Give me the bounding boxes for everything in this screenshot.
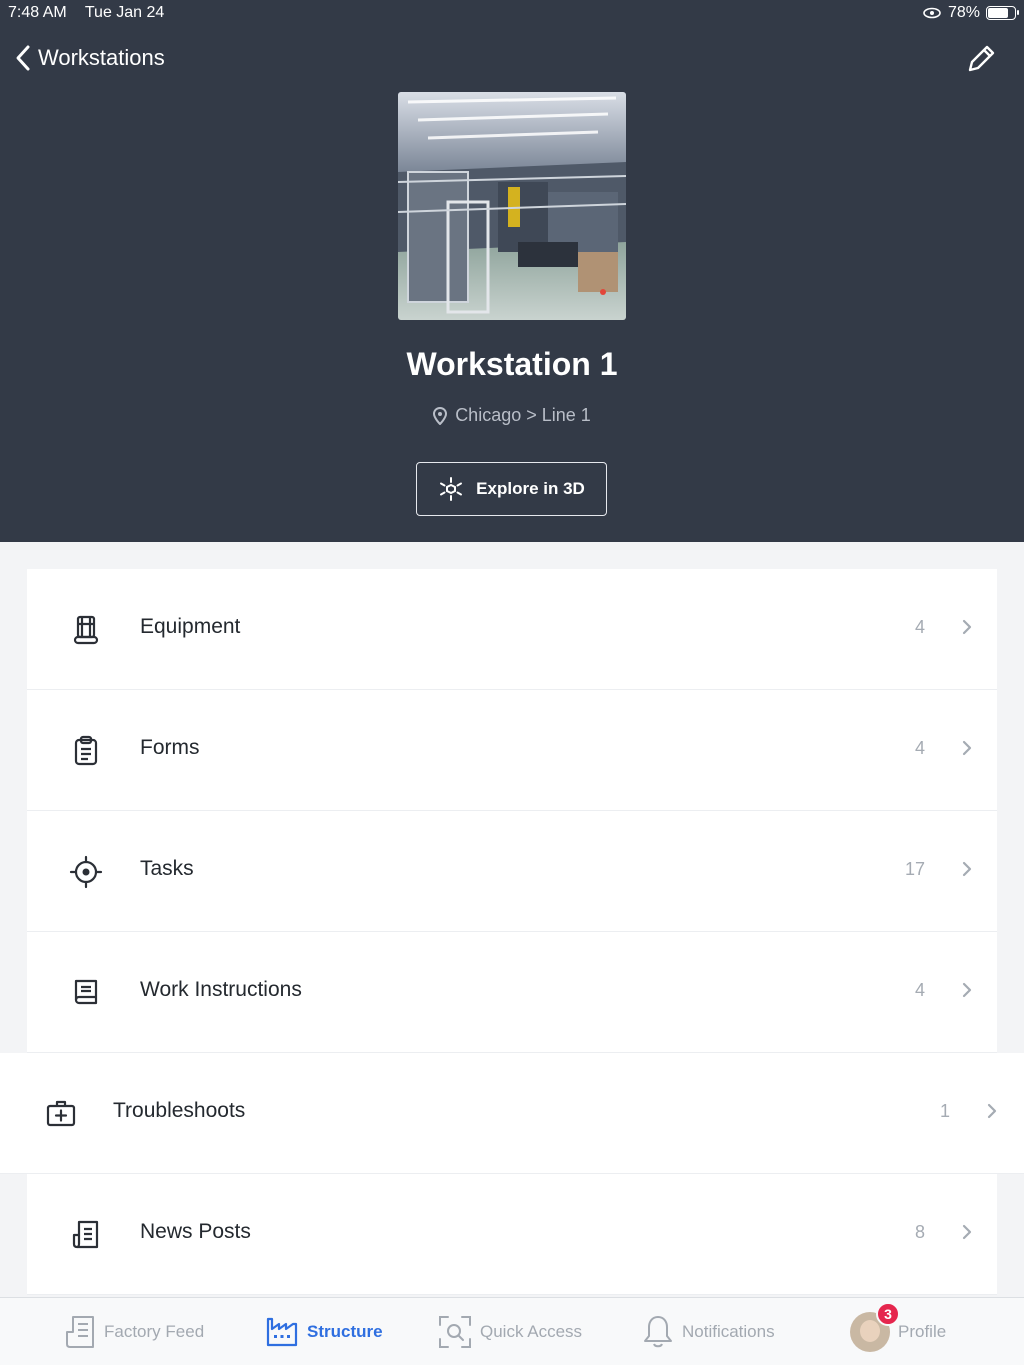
list-item-label: Work Instructions bbox=[140, 978, 302, 1001]
status-right: 78% bbox=[922, 4, 1019, 22]
orientation-lock-icon bbox=[923, 7, 941, 19]
status-bar: 7:48 AM Tue Jan 24 78% bbox=[0, 0, 1024, 28]
chevron-left-icon bbox=[16, 45, 30, 71]
chevron-right-icon bbox=[962, 982, 972, 998]
tab-label: Notifications bbox=[682, 1322, 775, 1341]
tab-factory-feed[interactable]: Factory Feed bbox=[64, 1312, 204, 1352]
location-text: Chicago > Line 1 bbox=[455, 405, 591, 425]
list-item-news-posts[interactable]: News Posts 8 bbox=[27, 1174, 997, 1295]
battery-icon bbox=[986, 6, 1019, 20]
explore-3d-button[interactable]: Explore in 3D bbox=[416, 462, 607, 516]
list-item-count: 8 bbox=[914, 1222, 925, 1242]
workstation-header: 7:48 AM Tue Jan 24 78% Workstations Work… bbox=[0, 0, 1024, 542]
chevron-right-icon bbox=[962, 861, 972, 877]
list-item-forms[interactable]: Forms 4 bbox=[27, 690, 997, 811]
list-item-count: 4 bbox=[914, 980, 925, 1000]
list-item-troubleshoots[interactable]: Troubleshoots 1 bbox=[0, 1053, 1024, 1174]
chevron-right-icon bbox=[987, 1103, 997, 1119]
tab-profile[interactable]: 3 Profile bbox=[850, 1302, 947, 1352]
avatar-face bbox=[860, 1320, 880, 1342]
avatar: 3 bbox=[850, 1302, 900, 1352]
tab-label: Factory Feed bbox=[104, 1322, 205, 1341]
battery-fill bbox=[988, 8, 1008, 18]
chevron-right-icon bbox=[962, 1224, 972, 1240]
tab-quick-access[interactable]: Quick Access bbox=[438, 1312, 582, 1352]
newspaper-icon bbox=[72, 1220, 99, 1249]
status-date: Tue Jan 24 bbox=[84, 4, 165, 21]
back-label: Workstations bbox=[38, 45, 165, 70]
tab-notifications[interactable]: Notifications bbox=[642, 1312, 775, 1352]
equipment-icon bbox=[73, 615, 99, 645]
clipboard-icon bbox=[74, 735, 98, 766]
edit-button[interactable] bbox=[964, 42, 998, 76]
page-title: Workstation 1 bbox=[406, 346, 618, 382]
list-item-tasks[interactable]: Tasks 17 bbox=[27, 811, 997, 932]
feed-icon bbox=[66, 1316, 94, 1348]
status-left: 7:48 AM Tue Jan 24 bbox=[8, 4, 178, 22]
tab-label: Structure bbox=[307, 1322, 383, 1341]
list-item-label: Troubleshoots bbox=[113, 1099, 246, 1122]
chevron-right-icon bbox=[962, 740, 972, 756]
list-item-work-instructions[interactable]: Work Instructions 4 bbox=[27, 932, 997, 1053]
list-item-equipment[interactable]: Equipment 4 bbox=[27, 569, 997, 690]
3d-cube-icon bbox=[440, 477, 463, 501]
list-item-count: 1 bbox=[939, 1101, 950, 1121]
target-icon bbox=[69, 855, 103, 889]
bell-icon bbox=[644, 1316, 672, 1348]
workstation-sections-list: Equipment 4 Forms 4 Tasks 17 Work Instru… bbox=[0, 569, 1024, 1295]
list-item-count: 17 bbox=[904, 859, 925, 879]
battery-percent: 78% bbox=[947, 4, 980, 21]
first-aid-icon bbox=[46, 1100, 76, 1127]
factory-icon bbox=[266, 1317, 298, 1347]
list-item-count: 4 bbox=[914, 738, 925, 758]
tab-label: Quick Access bbox=[480, 1322, 583, 1341]
book-icon bbox=[74, 979, 98, 1005]
chevron-right-icon bbox=[962, 619, 972, 635]
status-time: 7:48 AM bbox=[8, 4, 67, 21]
bottom-tab-bar: Factory Feed Structure Quick Access Noti… bbox=[0, 1297, 1024, 1365]
pencil-icon bbox=[968, 45, 995, 72]
scan-icon bbox=[439, 1316, 471, 1348]
list-item-label: Forms bbox=[140, 736, 200, 759]
notification-badge: 3 bbox=[876, 1302, 900, 1326]
location-breadcrumb: Chicago > Line 1 bbox=[0, 405, 1024, 426]
list-item-label: News Posts bbox=[140, 1220, 251, 1243]
list-item-label: Tasks bbox=[140, 857, 194, 880]
list-item-count: 4 bbox=[914, 617, 925, 637]
location-pin-icon bbox=[433, 406, 448, 425]
explore-3d-label: Explore in 3D bbox=[476, 479, 585, 498]
tab-label: Profile bbox=[898, 1322, 947, 1341]
list-item-label: Equipment bbox=[140, 615, 241, 638]
workstation-photo bbox=[398, 92, 626, 320]
back-button[interactable]: Workstations bbox=[14, 44, 165, 72]
tab-structure[interactable]: Structure bbox=[265, 1312, 383, 1352]
factory-photo bbox=[398, 92, 626, 320]
